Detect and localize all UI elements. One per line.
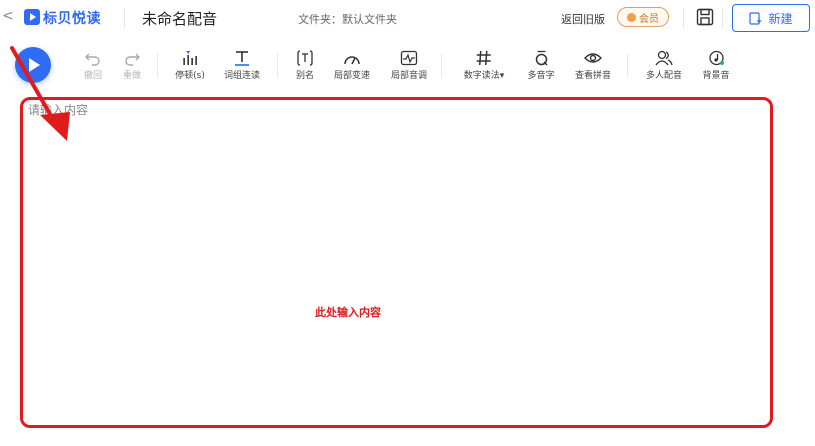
number-reading-text: 数字读法: [463, 71, 500, 81]
back-icon[interactable]: <: [2, 8, 14, 24]
caret-down-icon: ▾: [499, 71, 505, 81]
alias-icon: [297, 50, 313, 66]
pause-icon: [183, 51, 197, 65]
logo-icon: [24, 9, 40, 25]
music-icon: [708, 50, 724, 66]
toolbar-divider: [627, 54, 628, 78]
undo-icon: [85, 53, 100, 66]
undo-label: 撤回: [83, 71, 103, 81]
annotation-hint: 此处输入内容: [315, 306, 381, 319]
text-editor[interactable]: 请输入内容 此处输入内容: [20, 97, 773, 428]
eye-icon: [584, 53, 602, 63]
pause-button[interactable]: 停顿(s): [175, 50, 205, 81]
polyphone-button[interactable]: 多音字: [527, 50, 555, 81]
view-pinyin-button[interactable]: 查看拼音: [575, 50, 611, 81]
redo-button[interactable]: 重做: [123, 50, 141, 81]
word-group-button[interactable]: 词组连读: [224, 50, 260, 81]
view-pinyin-label: 查看拼音: [574, 71, 612, 81]
number-reading-label: 数字读法▾: [464, 68, 505, 81]
alias-button[interactable]: 别名: [296, 50, 314, 81]
crown-icon: [627, 12, 636, 22]
waveform-icon: [400, 50, 418, 66]
local-speed-button[interactable]: 局部变速: [334, 50, 370, 81]
header-divider: [722, 8, 723, 28]
redo-label: 重做: [122, 71, 142, 81]
redo-icon: [125, 53, 140, 66]
return-old-version-link[interactable]: 返回旧版: [561, 11, 605, 27]
polyphone-icon: [535, 50, 548, 66]
document-title[interactable]: 未命名配音: [142, 8, 217, 29]
hash-icon: [476, 50, 491, 66]
logo-text: 标贝悦读: [43, 11, 101, 27]
folder-label[interactable]: 文件夹：默认文件夹: [298, 11, 397, 27]
text-link-icon: [234, 51, 249, 66]
play-button[interactable]: [15, 47, 51, 83]
toolbar-divider: [157, 54, 158, 78]
header-divider: [683, 8, 684, 28]
pause-label: 停顿(s): [175, 71, 205, 81]
toolbar-divider: [441, 54, 442, 78]
multi-voice-button[interactable]: 多人配音: [646, 50, 682, 81]
polyphone-label: 多音字: [527, 71, 555, 81]
local-pitch-label: 局部音调: [390, 71, 428, 81]
users-icon: [655, 50, 673, 66]
editor-placeholder: 请输入内容: [28, 103, 89, 117]
vip-label: 会员: [639, 13, 659, 25]
local-pitch-button[interactable]: 局部音调: [391, 50, 427, 81]
new-button-label: 新建: [768, 11, 793, 26]
save-icon[interactable]: [696, 8, 714, 26]
local-speed-label: 局部变速: [333, 71, 371, 81]
alias-label: 别名: [295, 71, 315, 81]
number-reading-dropdown[interactable]: 数字读法▾: [464, 50, 505, 81]
toolbar-divider: [277, 54, 278, 78]
bgm-label: 背景音: [702, 71, 730, 81]
new-doc-icon: [749, 11, 762, 25]
word-group-label: 词组连读: [223, 71, 261, 81]
header-divider: [124, 8, 125, 28]
speedometer-icon: [344, 56, 360, 65]
vip-button[interactable]: 会员: [617, 7, 669, 27]
undo-button[interactable]: 撤回: [84, 50, 102, 81]
top-header: < 标贝悦读 未命名配音 文件夹：默认文件夹 返回旧版 会员 新建: [0, 0, 815, 36]
bgm-button[interactable]: 背景音: [702, 50, 730, 81]
new-button[interactable]: 新建: [732, 4, 810, 32]
multi-voice-label: 多人配音: [645, 71, 683, 81]
